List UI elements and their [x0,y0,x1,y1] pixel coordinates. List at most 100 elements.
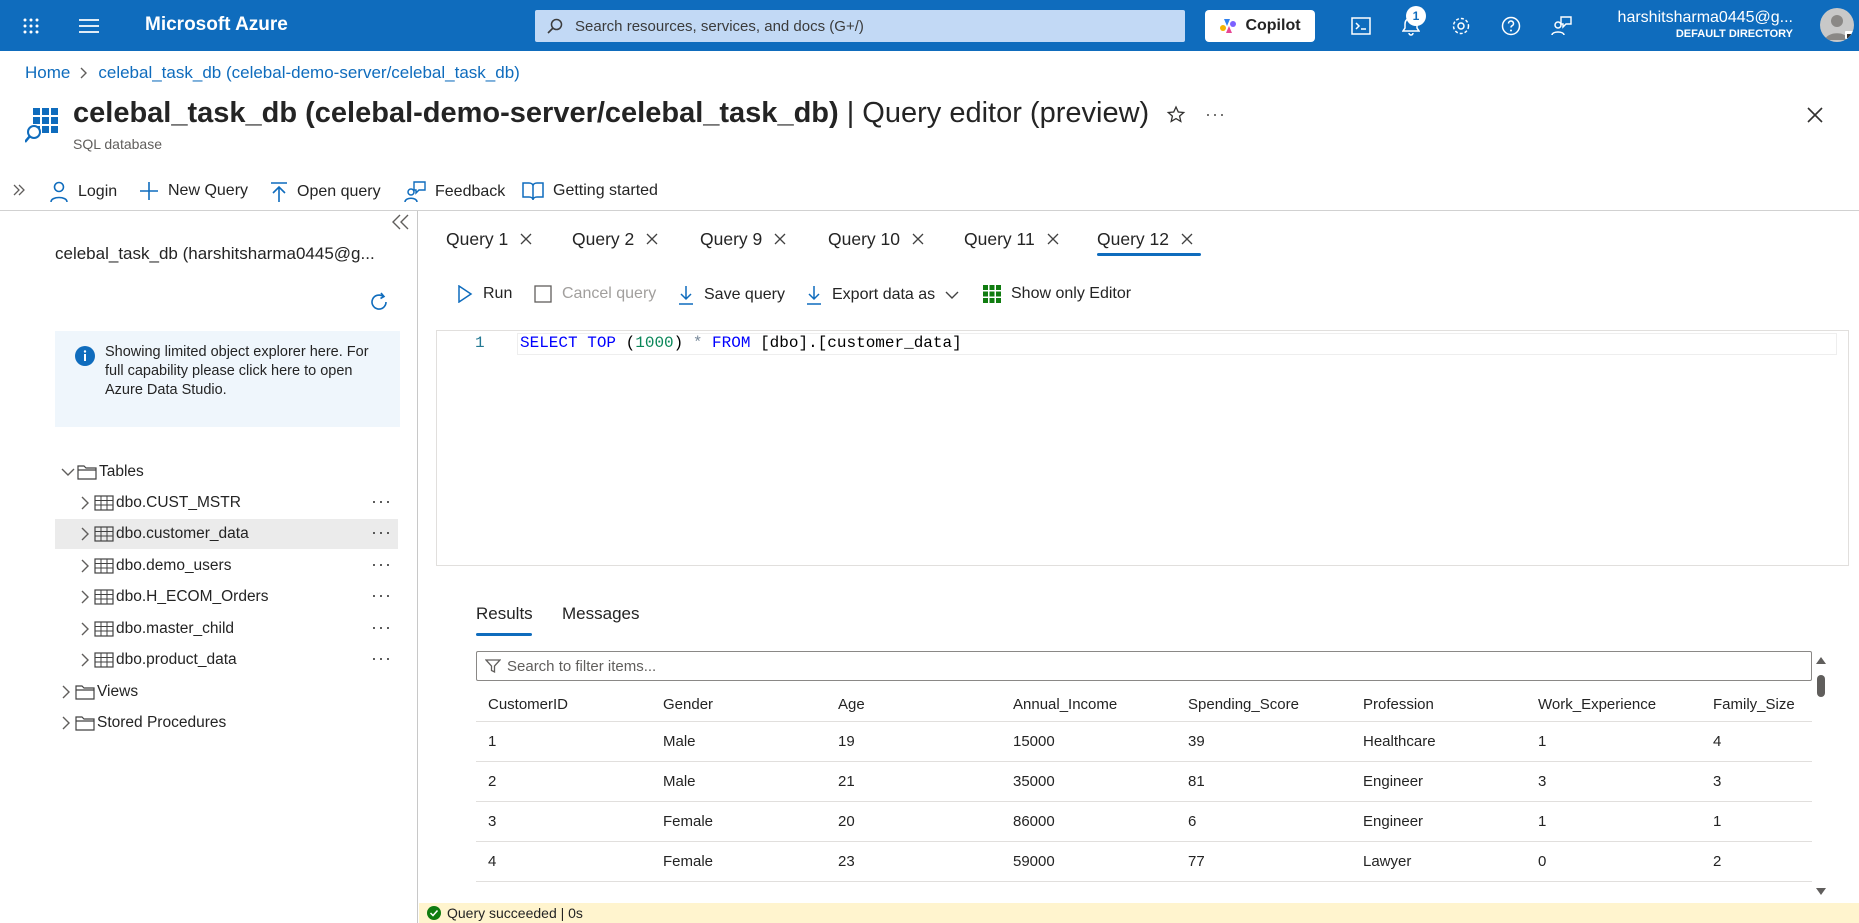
close-icon[interactable] [1047,233,1059,245]
feedback-button[interactable]: Feedback [404,181,505,203]
tab-query-2[interactable]: Query 2 [572,224,658,254]
sql-editor[interactable]: 1 SELECT TOP (1000) * FROM [dbo].[custom… [436,330,1849,566]
table-row[interactable]: 3 Female 20 86000 6 Engineer 1 1 [476,802,1812,842]
close-icon[interactable] [520,233,532,245]
column-header[interactable]: Spending_Score [1188,688,1299,721]
tab-label: Query 10 [828,228,900,249]
tab-query-10[interactable]: Query 10 [828,224,924,254]
export-data-dropdown[interactable]: Export data as [806,285,959,305]
tab-results[interactable]: Results [476,604,533,624]
table-cell: 86000 [1013,813,1055,830]
more-options-icon[interactable]: ··· [1205,104,1226,125]
expand-panel-icon[interactable] [12,183,26,197]
column-header[interactable]: Age [838,688,865,721]
more-options-icon[interactable]: ··· [371,491,392,512]
column-header[interactable]: CustomerID [488,688,568,721]
feedback-person-icon[interactable] [1548,0,1574,51]
close-icon[interactable] [912,233,924,245]
upload-arrow-icon [270,181,288,203]
cancel-query-label: Cancel query [562,285,657,302]
close-icon[interactable] [1181,233,1193,245]
more-options-icon[interactable]: ··· [371,617,392,638]
book-icon [522,181,544,201]
search-icon [547,18,563,34]
account-menu[interactable]: harshitsharma0445@g... DEFAULT DIRECTORY [1618,9,1793,40]
column-header[interactable]: Profession [1363,688,1434,721]
show-only-editor-button[interactable]: Show only Editor [983,285,1131,303]
avatar[interactable] [1820,8,1854,42]
new-query-button[interactable]: New Query [139,181,248,201]
tree-item-table[interactable]: dbo.customer_data ··· [55,519,398,549]
close-icon[interactable] [646,233,658,245]
filter-input[interactable] [507,657,1787,675]
tree-label: Stored Procedures [97,714,227,731]
tree-item-table[interactable]: dbo.demo_users ··· [55,551,398,581]
chevron-right-icon [80,590,90,604]
close-icon[interactable] [774,233,786,245]
table-cell: 2 [1713,853,1722,870]
breadcrumb-home[interactable]: Home [25,63,70,83]
tree-folder-tables[interactable]: Tables [55,457,398,487]
cloud-shell-icon[interactable] [1348,0,1374,51]
tab-query-12[interactable]: Query 12 [1097,224,1193,254]
save-query-button[interactable]: Save query [678,285,785,305]
tree-label: Tables [99,463,144,480]
show-only-editor-label: Show only Editor [1011,285,1132,302]
table-cell: 21 [838,773,855,790]
tree-item-table[interactable]: dbo.H_ECOM_Orders ··· [55,582,398,612]
tab-query-11[interactable]: Query 11 [964,224,1059,254]
tree-folder-stored-procedures[interactable]: Stored Procedures [55,708,398,738]
results-scrollbar[interactable] [1814,655,1828,897]
active-tab-indicator [476,633,532,636]
tree-item-table[interactable]: dbo.product_data ··· [55,645,398,675]
table-icon [94,652,114,668]
more-options-icon[interactable]: ··· [371,554,392,575]
results-filter[interactable] [476,651,1812,681]
table-cell: Engineer [1363,813,1424,830]
more-options-icon[interactable]: ··· [371,585,392,606]
favorite-star-icon[interactable] [1166,105,1186,125]
tab-messages[interactable]: Messages [562,604,639,624]
more-options-icon[interactable]: ··· [371,522,392,543]
download-icon [806,285,822,305]
code-line[interactable]: SELECT TOP (1000) * FROM [dbo].[customer… [517,333,1837,355]
table-row[interactable]: 4 Female 23 59000 77 Lawyer 0 2 [476,842,1812,882]
brand-title[interactable]: Microsoft Azure [145,14,288,36]
column-header[interactable]: Family_Size [1713,688,1795,721]
table-row[interactable]: 2 Male 21 35000 81 Engineer 3 3 [476,762,1812,802]
tab-query-1[interactable]: Query 1 [446,224,532,254]
copilot-icon [1219,17,1237,35]
table-icon [94,495,114,511]
chevron-down-icon [61,467,75,477]
app-launcher-icon[interactable] [18,0,44,51]
table-cell: 81 [1188,773,1205,790]
collapse-panel-icon[interactable] [390,213,410,231]
table-cell: 15000 [1013,733,1055,750]
more-options-icon[interactable]: ··· [371,648,392,669]
code-keyword: SELECT [520,334,578,352]
login-button[interactable]: Login [49,181,117,203]
search-input[interactable] [575,17,1155,35]
tab-query-9[interactable]: Query 9 [700,224,786,254]
tree-folder-views[interactable]: Views [55,677,398,707]
help-icon[interactable] [1498,0,1524,51]
gear-icon[interactable] [1448,0,1474,51]
tree-item-table[interactable]: dbo.CUST_MSTR ··· [55,488,398,518]
breadcrumb-current[interactable]: celebal_task_db (celebal-demo-server/cel… [98,63,519,83]
column-header[interactable]: Work_Experience [1538,688,1656,721]
info-banner[interactable]: Showing limited object explorer here. Fo… [55,331,400,427]
cancel-query-button[interactable]: Cancel query [534,285,656,303]
open-query-button[interactable]: Open query [270,181,381,203]
table-row[interactable]: 1 Male 19 15000 39 Healthcare 1 4 [476,722,1812,762]
column-header[interactable]: Gender [663,688,713,721]
getting-started-button[interactable]: Getting started [522,181,658,201]
close-icon[interactable] [1806,106,1824,124]
table-icon [94,589,114,605]
hamburger-menu-icon[interactable] [78,0,100,51]
column-header[interactable]: Annual_Income [1013,688,1117,721]
copilot-button[interactable]: Copilot [1205,10,1315,42]
global-search[interactable] [535,10,1185,42]
refresh-icon[interactable] [368,291,390,313]
tree-item-table[interactable]: dbo.master_child ··· [55,614,398,644]
run-button[interactable]: Run [457,285,512,303]
